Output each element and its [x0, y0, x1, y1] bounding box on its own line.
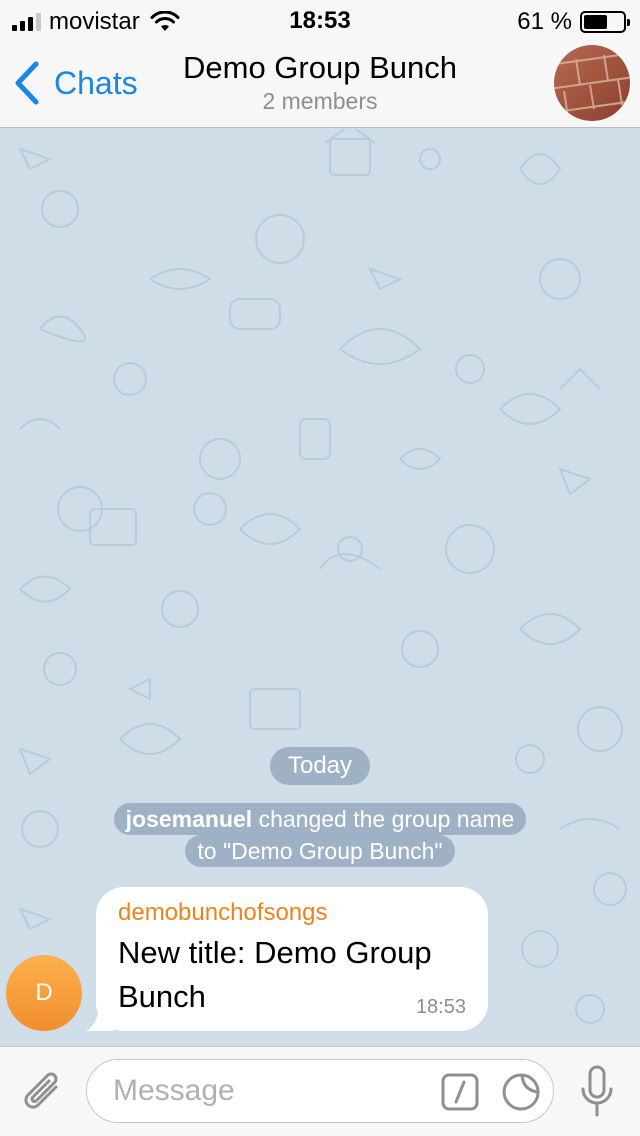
chevron-left-icon — [15, 61, 39, 105]
message-input[interactable]: Message — [86, 1059, 554, 1123]
back-button[interactable]: Chats — [12, 58, 138, 108]
message-input-bar: Message — [0, 1046, 640, 1136]
message-time: 18:53 — [415, 996, 466, 1018]
chat-area[interactable]: Today josemanuel changed the group name … — [0, 129, 640, 1046]
status-bar: movistar 18:53 61 % — [0, 0, 640, 40]
sender-avatar[interactable]: D — [6, 955, 82, 1031]
chat-title-area[interactable]: Demo Group Bunch 2 members — [150, 50, 490, 115]
message-sender[interactable]: demobunchofsongs — [118, 899, 466, 927]
chat-title: Demo Group Bunch — [183, 50, 457, 85]
message-bubble[interactable]: demobunchofsongs New title: Demo Group B… — [96, 887, 488, 1031]
sticker-icon[interactable] — [501, 1072, 541, 1112]
service-actor[interactable]: josemanuel — [126, 806, 253, 832]
group-avatar[interactable] — [554, 45, 630, 121]
microphone-icon[interactable] — [580, 1065, 614, 1119]
service-message-line-2: to "Demo Group Bunch" — [185, 835, 455, 867]
service-message: josemanuel changed the group name to "De… — [80, 803, 560, 867]
back-label: Chats — [54, 64, 138, 101]
service-text-2: to "Demo Group Bunch" — [197, 838, 443, 864]
paperclip-icon[interactable] — [20, 1067, 66, 1117]
service-text-1: changed the group name — [258, 806, 515, 832]
battery-percent: 61 % — [517, 8, 572, 35]
chat-header: Chats Demo Group Bunch 2 members — [0, 40, 640, 128]
slash-command-icon[interactable] — [441, 1073, 479, 1111]
message-placeholder: Message — [113, 1074, 235, 1107]
date-separator: Today — [270, 747, 370, 785]
battery-icon — [580, 11, 630, 33]
member-count: 2 members — [262, 88, 378, 114]
status-right: 61 % — [517, 8, 630, 36]
service-message-line-1: josemanuel changed the group name — [113, 803, 527, 835]
